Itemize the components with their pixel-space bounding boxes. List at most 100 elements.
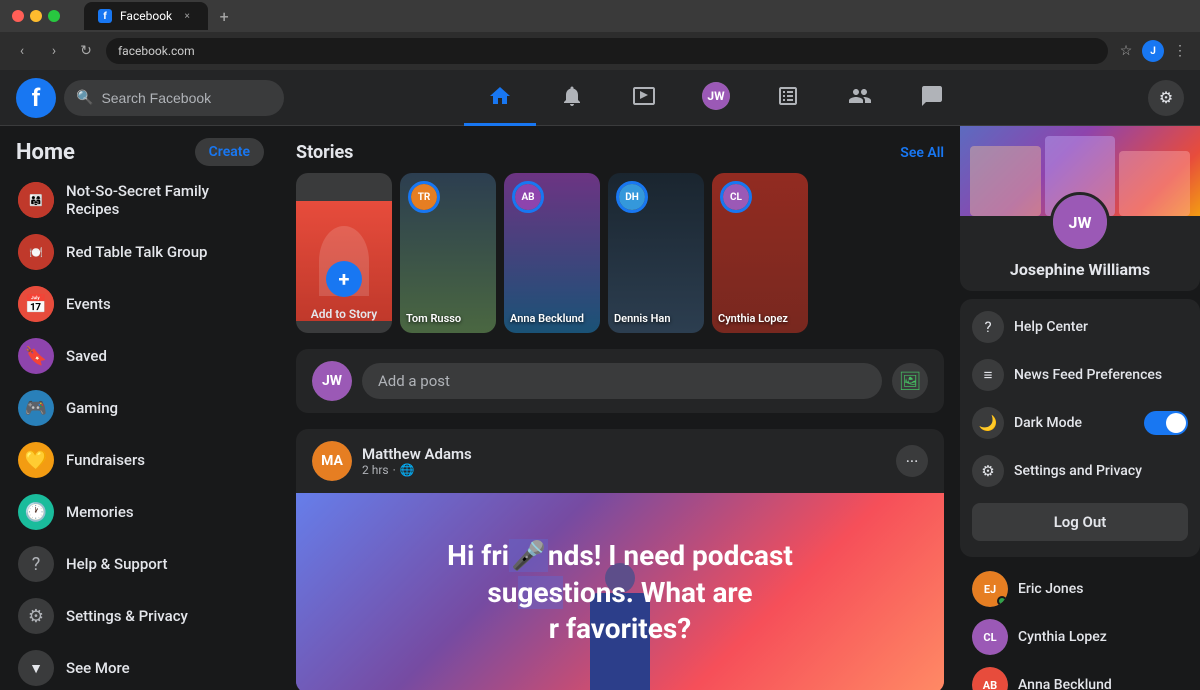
browser-chrome: f Facebook × + ‹ › ↻ facebook.com ☆ J ⋮ [0, 0, 1200, 70]
memories-icon: 🕐 [18, 494, 54, 530]
fundraisers-icon: 💛 [18, 442, 54, 478]
post-author-name[interactable]: Matthew Adams [362, 445, 472, 463]
story-name-cynthia-lopez: Cynthia Lopez [712, 312, 808, 325]
post-card: MA Matthew Adams 2 hrs · 🌐 ··· [296, 429, 944, 690]
family-recipes-icon: 👨‍👩‍👧 [18, 182, 54, 218]
nav-home[interactable] [464, 70, 536, 126]
tab-close-button[interactable]: × [180, 9, 194, 23]
minimize-window-button[interactable] [30, 10, 42, 22]
facebook-logo: f [16, 78, 56, 118]
tab-title: Facebook [120, 9, 172, 23]
sidebar-label-gaming: Gaming [66, 399, 118, 417]
sidebar-label-saved: Saved [66, 347, 107, 365]
sidebar-item-family-recipes[interactable]: 👨‍👩‍👧 Not-So-Secret Family Recipes [8, 174, 272, 226]
post-time: 2 hrs [362, 463, 389, 477]
sidebar-item-red-table[interactable]: 🍽️ Red Table Talk Group [8, 226, 272, 278]
story-name-tom-russo: Tom Russo [400, 312, 496, 325]
dark-mode-label: Dark Mode [1014, 415, 1082, 431]
post-input[interactable]: Add a post [362, 363, 882, 399]
sidebar-label-help-support: Help & Support [66, 555, 167, 573]
sidebar-item-fundraisers[interactable]: 💛 Fundraisers [8, 434, 272, 486]
search-bar[interactable]: 🔍 [64, 80, 284, 116]
star-icon[interactable]: ☆ [1116, 41, 1136, 61]
create-button[interactable]: Create [195, 138, 264, 166]
post-image-text: Hi fri🎤nds! I need podcastsugestions. Wh… [427, 518, 813, 667]
sidebar-label-family-recipes: Not-So-Secret Family Recipes [66, 182, 262, 218]
composer-avatar: JW [312, 361, 352, 401]
friend-item-anna-becklund[interactable]: AB Anna Becklund [960, 661, 1200, 690]
add-story-card[interactable]: + Add to Story [296, 173, 392, 333]
refresh-button[interactable]: ↻ [74, 39, 98, 63]
maximize-window-button[interactable] [48, 10, 60, 22]
profile-name[interactable]: Josephine Williams [960, 260, 1200, 291]
browser-profile-avatar[interactable]: J [1142, 40, 1164, 62]
friend-item-cynthia-lopez[interactable]: CL Cynthia Lopez [960, 613, 1200, 661]
profile-dropdown-menu: ? Help Center ≡ News Feed Preferences 🌙 … [960, 299, 1200, 557]
post-meta: 2 hrs · 🌐 [362, 463, 472, 477]
story-name-dennis-han: Dennis Han [608, 312, 704, 325]
friend-item-eric-jones[interactable]: EJ Eric Jones [960, 565, 1200, 613]
close-window-button[interactable] [12, 10, 24, 22]
add-photo-button[interactable]: 🖼 [892, 363, 928, 399]
back-button[interactable]: ‹ [10, 39, 34, 63]
see-all-stories-link[interactable]: See All [900, 145, 944, 161]
tab-bar: f Facebook × + [84, 2, 236, 30]
events-icon: 📅 [18, 286, 54, 322]
facebook-app: f 🔍 JW [0, 70, 1200, 690]
forward-button[interactable]: › [42, 39, 66, 63]
nav-notifications[interactable] [536, 70, 608, 126]
friend-name-eric-jones: Eric Jones [1018, 581, 1083, 597]
sidebar-title: Home [16, 140, 75, 165]
sidebar-label-fundraisers: Fundraisers [66, 451, 145, 469]
sidebar-label-events: Events [66, 295, 111, 313]
story-card-tom-russo[interactable]: TR Tom Russo [400, 173, 496, 333]
post-input-placeholder: Add a post [378, 372, 450, 390]
post-header: MA Matthew Adams 2 hrs · 🌐 ··· [296, 429, 944, 493]
gear-button[interactable]: ⚙ [1148, 80, 1184, 116]
help-center-icon: ? [972, 311, 1004, 343]
tab-facebook[interactable]: f Facebook × [84, 2, 208, 30]
nav-watch[interactable] [608, 70, 680, 126]
help-center-item[interactable]: ? Help Center [960, 303, 1200, 351]
post-privacy-icon: 🌐 [400, 463, 415, 477]
story-card-dennis-han[interactable]: DH Dennis Han [608, 173, 704, 333]
add-story-label: Add to Story [296, 307, 392, 321]
dark-mode-icon: 🌙 [972, 407, 1004, 439]
post-dot-separator: · [393, 463, 396, 477]
sidebar-label-see-more: See More [66, 659, 130, 677]
gaming-icon: 🎮 [18, 390, 54, 426]
sidebar-item-saved[interactable]: 🔖 Saved [8, 330, 272, 382]
post-more-button[interactable]: ··· [896, 445, 928, 477]
new-tab-button[interactable]: + [212, 4, 236, 28]
sidebar-item-settings-privacy[interactable]: ⚙ Settings & Privacy [8, 590, 272, 642]
post-author-avatar: MA [312, 441, 352, 481]
story-card-anna-becklund[interactable]: AB Anna Becklund [504, 173, 600, 333]
story-card-cynthia-lopez[interactable]: CL Cynthia Lopez [712, 173, 808, 333]
nav-messenger[interactable] [896, 70, 968, 126]
stories-section: Stories See All + Add to Story [296, 142, 944, 333]
tab-favicon: f [98, 9, 112, 23]
logout-button[interactable]: Log Out [972, 503, 1188, 541]
help-support-icon: ? [18, 546, 54, 582]
post-image: Hi fri🎤nds! I need podcastsugestions. Wh… [296, 493, 944, 690]
news-feed-prefs-item[interactable]: ≡ News Feed Preferences [960, 351, 1200, 399]
more-options-icon[interactable]: ⋮ [1170, 41, 1190, 61]
dark-mode-toggle[interactable] [1144, 411, 1188, 435]
sidebar-item-see-more[interactable]: ▼ See More [8, 642, 272, 690]
settings-privacy-item[interactable]: ⚙ Settings and Privacy [960, 447, 1200, 495]
sidebar-item-memories[interactable]: 🕐 Memories [8, 486, 272, 538]
dark-mode-item[interactable]: 🌙 Dark Mode [960, 399, 1200, 447]
help-center-label: Help Center [1014, 319, 1088, 335]
sidebar-item-events[interactable]: 📅 Events [8, 278, 272, 330]
nav-profile-pic[interactable]: JW [680, 70, 752, 126]
sidebar-item-gaming[interactable]: 🎮 Gaming [8, 382, 272, 434]
search-input[interactable] [101, 90, 272, 106]
nav-groups[interactable] [824, 70, 896, 126]
main-navigation: JW [284, 70, 1148, 126]
sidebar-item-help-support[interactable]: ? Help & Support [8, 538, 272, 590]
post-composer: JW Add a post 🖼 [296, 349, 944, 413]
address-bar[interactable]: facebook.com [106, 38, 1108, 64]
friends-section: EJ Eric Jones CL Cynthia Lopez AB Anna B… [960, 561, 1200, 690]
nav-marketplace[interactable] [752, 70, 824, 126]
news-feed-prefs-icon: ≡ [972, 359, 1004, 391]
